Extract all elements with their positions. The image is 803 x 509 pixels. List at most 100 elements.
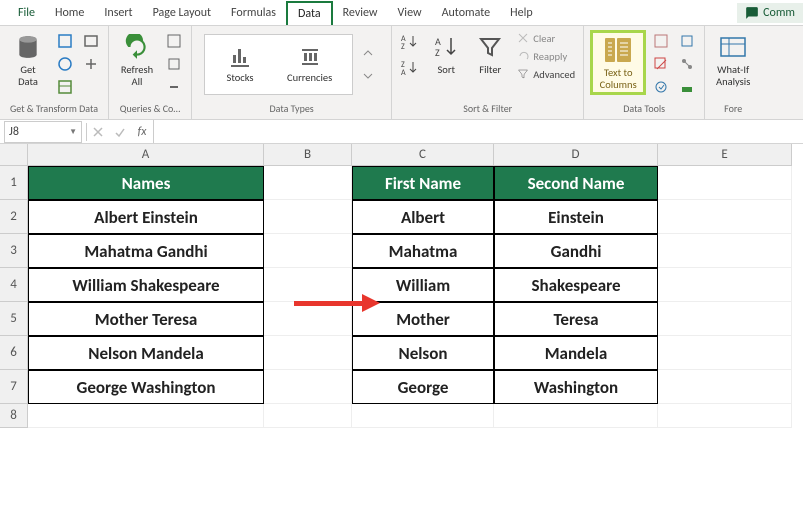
cell-d7[interactable]: Washington (494, 370, 658, 404)
col-header-a[interactable]: A (28, 144, 264, 166)
cell-e3[interactable] (658, 234, 792, 268)
cell-d2[interactable]: Einstein (494, 200, 658, 234)
manage-data-model-button[interactable] (676, 76, 698, 98)
cell-b8[interactable] (264, 404, 352, 428)
cell-e5[interactable] (658, 302, 792, 336)
clear-filter-button[interactable]: Clear (514, 30, 577, 46)
name-box[interactable]: J8 ▼ (4, 121, 82, 143)
group-data-types: Stocks Currencies Data Types (192, 26, 392, 119)
enter-formula-button[interactable] (109, 121, 131, 143)
cell-e8[interactable] (658, 404, 792, 428)
advanced-filter-button[interactable]: Advanced (514, 66, 577, 82)
stocks-button[interactable]: Stocks (219, 43, 261, 86)
cell-e2[interactable] (658, 200, 792, 234)
tab-help[interactable]: Help (500, 2, 543, 24)
properties-button[interactable] (163, 53, 185, 75)
cell-b2[interactable] (264, 200, 352, 234)
tab-review[interactable]: Review (333, 2, 388, 24)
cell-a2[interactable]: Albert Einstein (28, 200, 264, 234)
row-header-2[interactable]: 2 (0, 200, 28, 234)
cell-a4[interactable]: William Shakespeare (28, 268, 264, 302)
sort-button[interactable]: AZ Sort (426, 30, 466, 78)
cell-d1[interactable]: Second Name (494, 166, 658, 200)
row-header-6[interactable]: 6 (0, 336, 28, 370)
cell-c2[interactable]: Albert (352, 200, 494, 234)
tab-formulas[interactable]: Formulas (221, 2, 286, 24)
col-header-d[interactable]: D (494, 144, 658, 166)
datatype-up-button[interactable] (357, 42, 379, 64)
cell-b4[interactable] (264, 268, 352, 302)
cell-b5[interactable] (264, 302, 352, 336)
datatype-down-button[interactable] (357, 65, 379, 87)
row-header-4[interactable]: 4 (0, 268, 28, 302)
refresh-all-button[interactable]: Refresh All (115, 30, 159, 89)
col-header-b[interactable]: B (264, 144, 352, 166)
tab-file[interactable]: File (8, 2, 45, 24)
cancel-formula-button[interactable] (87, 121, 109, 143)
cell-e7[interactable] (658, 370, 792, 404)
whatif-button[interactable]: What-If Analysis (711, 30, 755, 89)
edit-links-button[interactable] (163, 76, 185, 98)
relationships-button[interactable] (676, 53, 698, 75)
remove-duplicates-button[interactable] (650, 53, 672, 75)
fx-button[interactable]: fx (131, 121, 153, 143)
consolidate-button[interactable] (676, 30, 698, 52)
cell-d4[interactable]: Shakespeare (494, 268, 658, 302)
reapply-filter-button[interactable]: Reapply (514, 48, 577, 64)
cell-e6[interactable] (658, 336, 792, 370)
cell-a1[interactable]: Names (28, 166, 264, 200)
cell-d8[interactable] (494, 404, 658, 428)
cell-d6[interactable]: Mandela (494, 336, 658, 370)
cell-a3[interactable]: Mahatma Gandhi (28, 234, 264, 268)
col-header-e[interactable]: E (658, 144, 792, 166)
cell-a7[interactable]: George Washington (28, 370, 264, 404)
tab-view[interactable]: View (388, 2, 432, 24)
sort-desc-button[interactable]: ZA (398, 56, 422, 80)
from-table-button[interactable] (54, 76, 76, 98)
cell-c3[interactable]: Mahatma (352, 234, 494, 268)
cell-b7[interactable] (264, 370, 352, 404)
cell-a8[interactable] (28, 404, 264, 428)
from-text-button[interactable] (54, 30, 76, 52)
cell-d5[interactable]: Teresa (494, 302, 658, 336)
cell-a6[interactable]: Nelson Mandela (28, 336, 264, 370)
cell-e4[interactable] (658, 268, 792, 302)
comments-button[interactable]: Comm (737, 3, 803, 23)
filter-button[interactable]: Filter (470, 30, 510, 78)
recent-sources-button[interactable] (80, 30, 102, 52)
tab-automate[interactable]: Automate (432, 2, 501, 24)
select-all-corner[interactable] (0, 144, 28, 166)
col-header-c[interactable]: C (352, 144, 494, 166)
queries-pane-button[interactable] (163, 30, 185, 52)
cell-c5[interactable]: Mother (352, 302, 494, 336)
row-header-7[interactable]: 7 (0, 370, 28, 404)
data-validation-button[interactable] (650, 76, 672, 98)
get-data-button[interactable]: Get Data (6, 30, 50, 89)
existing-connections-button[interactable] (80, 53, 102, 75)
currencies-button[interactable]: Currencies (281, 43, 338, 86)
cell-c4[interactable]: William (352, 268, 494, 302)
tab-data[interactable]: Data (286, 1, 333, 25)
cell-b3[interactable] (264, 234, 352, 268)
tab-home[interactable]: Home (45, 2, 94, 24)
cell-a5[interactable]: Mother Teresa (28, 302, 264, 336)
flash-fill-button[interactable] (650, 30, 672, 52)
cell-d3[interactable]: Gandhi (494, 234, 658, 268)
cell-c7[interactable]: George (352, 370, 494, 404)
cell-b1[interactable] (264, 166, 352, 200)
row-header-1[interactable]: 1 (0, 166, 28, 200)
cell-c8[interactable] (352, 404, 494, 428)
formula-input[interactable] (153, 120, 803, 143)
row-header-5[interactable]: 5 (0, 302, 28, 336)
tab-page-layout[interactable]: Page Layout (143, 2, 221, 24)
cell-b6[interactable] (264, 336, 352, 370)
tab-insert[interactable]: Insert (94, 2, 142, 24)
from-web-button[interactable] (54, 53, 76, 75)
row-header-3[interactable]: 3 (0, 234, 28, 268)
text-to-columns-button[interactable]: Text to Columns (590, 30, 646, 95)
cell-c6[interactable]: Nelson (352, 336, 494, 370)
cell-e1[interactable] (658, 166, 792, 200)
row-header-8[interactable]: 8 (0, 404, 28, 428)
sort-asc-button[interactable]: AZ (398, 30, 422, 54)
cell-c1[interactable]: First Name (352, 166, 494, 200)
